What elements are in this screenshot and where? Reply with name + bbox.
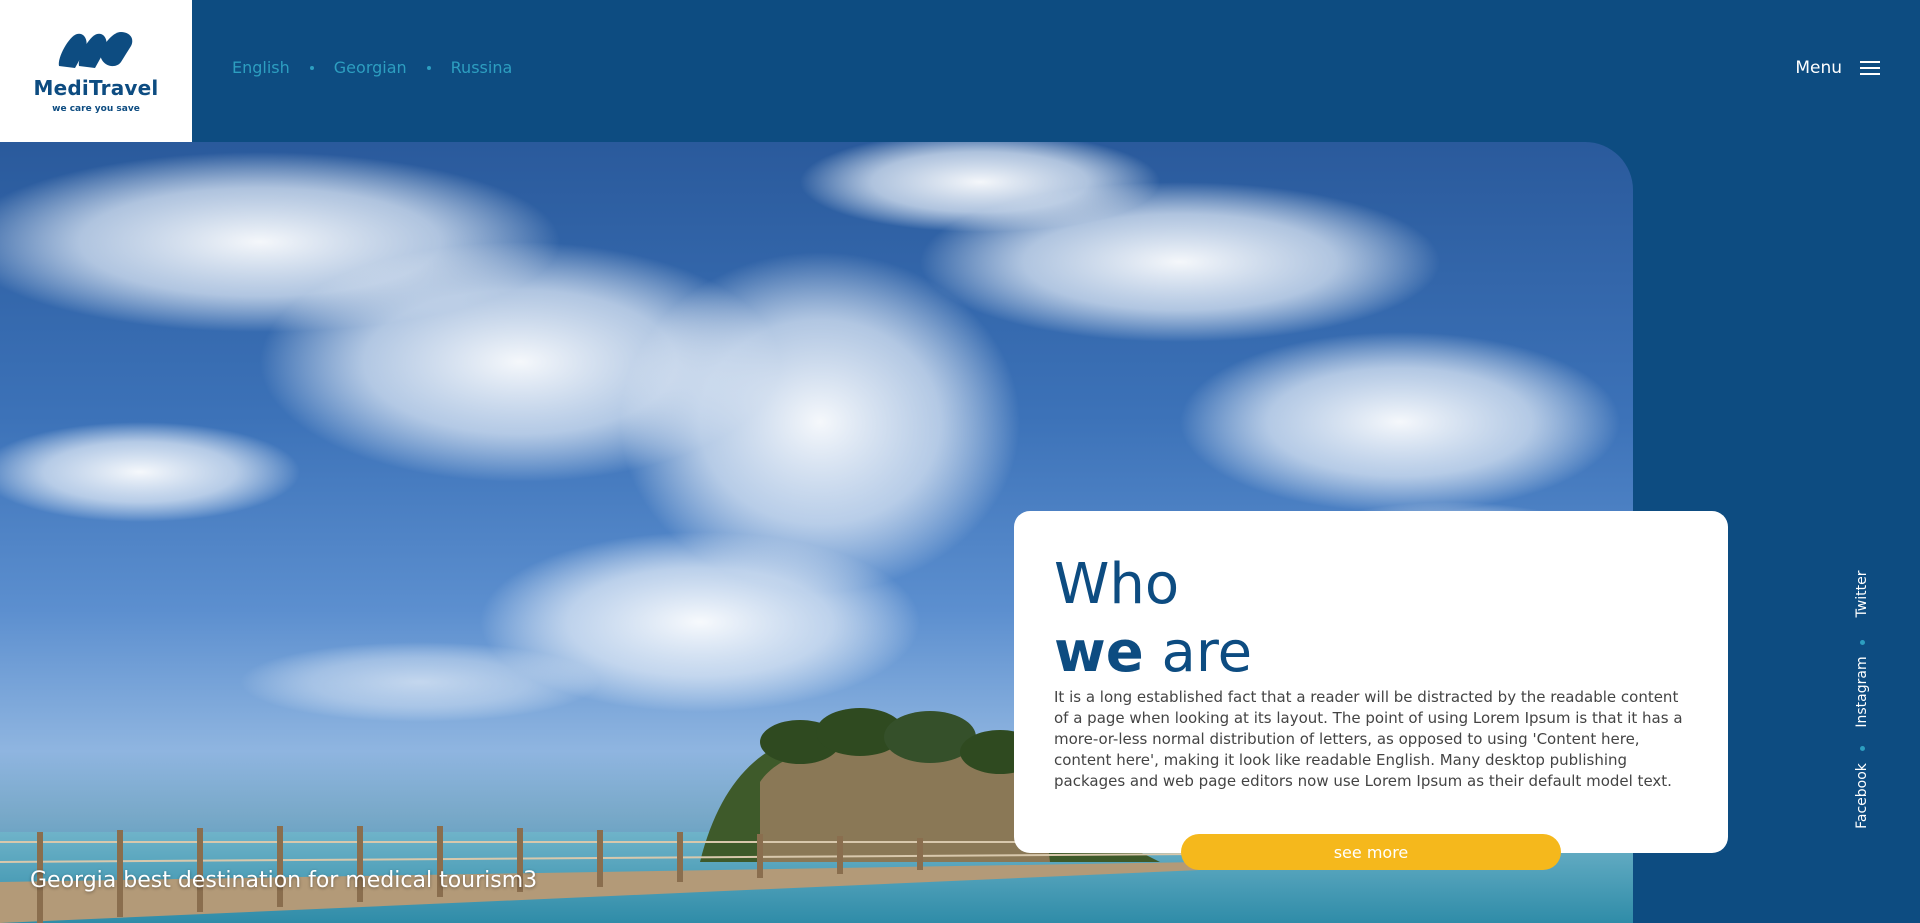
language-nav: English Georgian Russina	[232, 58, 512, 77]
lang-english[interactable]: English	[232, 58, 290, 77]
about-title-rest: are	[1143, 620, 1253, 685]
meditravel-logo-mark	[58, 32, 133, 68]
about-body: It is a long established fact that a rea…	[1054, 688, 1683, 790]
separator-dot	[309, 65, 314, 70]
logo[interactable]: MediTravel we care you save	[0, 0, 192, 142]
lang-georgian[interactable]: Georgian	[334, 58, 407, 77]
separator-dot	[1860, 640, 1865, 645]
social-facebook[interactable]: Facebook	[1854, 763, 1870, 829]
about-card: Who we are It is a long established fact…	[1014, 511, 1728, 853]
hero-caption: Georgia best destination for medical tou…	[30, 868, 538, 893]
separator-dot	[426, 65, 431, 70]
brand-tagline: we care you save	[52, 104, 140, 114]
social-links: Twitter Instagram Facebook	[1848, 560, 1876, 840]
about-title: Who we are	[1054, 551, 1688, 687]
social-instagram[interactable]: Instagram	[1854, 656, 1870, 727]
see-more-button[interactable]: see more	[1181, 834, 1561, 870]
separator-dot	[1860, 746, 1865, 751]
brand-name: MediTravel	[33, 76, 159, 100]
hamburger-icon	[1860, 60, 1880, 76]
menu-label: Menu	[1795, 58, 1842, 78]
about-title-bold: we	[1054, 620, 1144, 685]
menu-button[interactable]: Menu	[1795, 58, 1880, 78]
lang-russian[interactable]: Russina	[451, 58, 513, 77]
social-twitter[interactable]: Twitter	[1854, 571, 1870, 618]
about-title-line1: Who	[1054, 552, 1180, 617]
